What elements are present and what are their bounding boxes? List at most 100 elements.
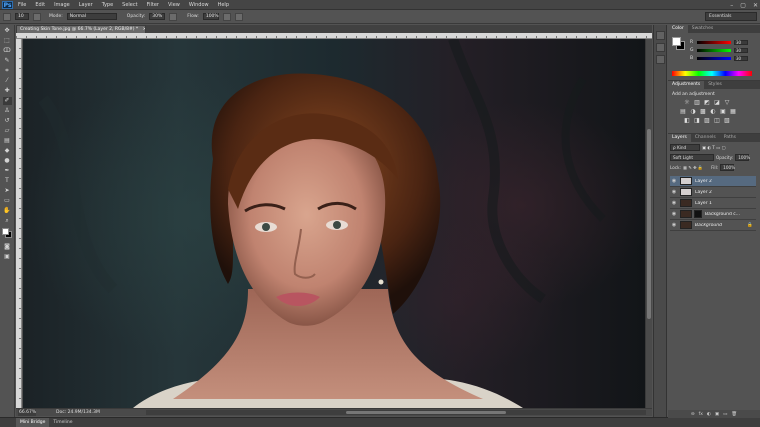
tab-mini-bridge[interactable]: Mini Bridge bbox=[16, 418, 50, 427]
layer-row[interactable]: ◉ Layer 2 bbox=[670, 176, 756, 187]
pressure-size-icon[interactable] bbox=[234, 12, 243, 21]
green-channel-value[interactable]: 30 bbox=[734, 47, 748, 53]
levels-icon[interactable]: ▥ bbox=[694, 100, 700, 106]
move-tool-icon[interactable]: ✥ bbox=[3, 27, 12, 35]
opacity-input[interactable]: 30% bbox=[149, 13, 166, 20]
invert-icon[interactable]: ◧ bbox=[684, 118, 690, 124]
visibility-eye-icon[interactable]: ◉ bbox=[670, 189, 678, 195]
minimize-icon[interactable]: – bbox=[730, 2, 733, 9]
quick-mask-icon[interactable]: ◙ bbox=[3, 243, 12, 251]
screen-mode-icon[interactable]: ▣ bbox=[3, 253, 12, 261]
gradient-map-icon[interactable]: ◫ bbox=[714, 118, 720, 124]
visibility-eye-icon[interactable]: ◉ bbox=[670, 222, 678, 228]
hue-saturation-icon[interactable]: ▤ bbox=[680, 109, 686, 115]
brush-size-picker[interactable]: 10 bbox=[15, 13, 29, 20]
red-channel-slider[interactable] bbox=[697, 40, 731, 44]
menu-file[interactable]: File bbox=[18, 0, 26, 10]
blue-channel-value[interactable]: 30 bbox=[734, 55, 748, 61]
doc-size-info[interactable]: Doc: 24.9M/134.3M bbox=[56, 409, 100, 416]
selective-color-icon[interactable]: ▧ bbox=[724, 118, 730, 124]
delete-layer-icon[interactable]: 🗑 bbox=[731, 412, 737, 417]
workspace-select[interactable]: Essentials bbox=[705, 12, 757, 21]
airbrush-icon[interactable] bbox=[222, 12, 231, 21]
menu-view[interactable]: View bbox=[168, 0, 180, 10]
history-brush-tool-icon[interactable]: ↺ bbox=[3, 117, 12, 125]
vertical-scrollbar[interactable] bbox=[645, 39, 652, 408]
vibrance-icon[interactable]: ▽ bbox=[724, 100, 730, 106]
tab-styles[interactable]: Styles bbox=[704, 81, 726, 89]
brush-tool-icon[interactable]: ✐ bbox=[2, 97, 12, 105]
layer-mask-thumbnail[interactable] bbox=[694, 210, 702, 218]
maximize-icon[interactable]: ▢ bbox=[740, 2, 746, 9]
flow-input[interactable]: 100% bbox=[202, 13, 219, 20]
layer-filter-icons[interactable]: ▣ ◐ T ▭ ▢ bbox=[702, 145, 725, 150]
zoom-tool-icon[interactable]: ⌕ bbox=[3, 217, 12, 225]
brush-panel-toggle-icon[interactable] bbox=[33, 12, 41, 21]
hand-tool-icon[interactable]: ✋ bbox=[3, 207, 12, 215]
color-swatches[interactable] bbox=[0, 227, 15, 241]
layer-opacity-input[interactable]: 100% bbox=[735, 154, 750, 161]
brightness-contrast-icon[interactable]: ☼ bbox=[684, 100, 690, 106]
menu-window[interactable]: Window bbox=[189, 0, 209, 10]
crop-tool-icon[interactable]: ⌗ bbox=[3, 67, 12, 75]
exposure-icon[interactable]: ◪ bbox=[714, 100, 720, 106]
adjustment-layer-icon[interactable]: ◐ bbox=[707, 412, 711, 417]
dodge-tool-icon[interactable]: ● bbox=[3, 157, 12, 165]
close-icon[interactable]: ✕ bbox=[753, 2, 758, 9]
brush-panel-icon[interactable] bbox=[655, 55, 665, 64]
threshold-icon[interactable]: ▨ bbox=[704, 118, 710, 124]
quick-select-tool-icon[interactable]: ✎ bbox=[3, 57, 12, 65]
clone-stamp-tool-icon[interactable]: ♙ bbox=[3, 107, 12, 115]
vertical-scroll-thumb[interactable] bbox=[647, 129, 651, 319]
color-spectrum-bar[interactable] bbox=[672, 71, 752, 76]
channel-mixer-icon[interactable]: ▣ bbox=[720, 109, 726, 115]
brush-preset-icon[interactable] bbox=[3, 12, 11, 21]
layer-fill-input[interactable]: 100% bbox=[720, 164, 735, 171]
lock-icons[interactable]: ▦ ✎ ✥ 🔒 bbox=[683, 165, 703, 171]
document-canvas[interactable] bbox=[23, 39, 645, 408]
horizontal-scrollbar[interactable] bbox=[146, 410, 646, 415]
lasso-tool-icon[interactable]: ↀ bbox=[3, 47, 12, 55]
layer-row[interactable]: ◉ Background c... bbox=[670, 209, 756, 220]
menu-layer[interactable]: Layer bbox=[79, 0, 93, 10]
color-panel-foreground-swatch[interactable] bbox=[672, 37, 681, 46]
layer-style-icon[interactable]: fx bbox=[699, 412, 703, 417]
menu-image[interactable]: Image bbox=[54, 0, 70, 10]
healing-brush-tool-icon[interactable]: ✚ bbox=[3, 87, 12, 95]
marquee-tool-icon[interactable]: ⬚ bbox=[3, 37, 12, 45]
tab-timeline[interactable]: Timeline bbox=[49, 418, 76, 427]
menu-type[interactable]: Type bbox=[102, 0, 113, 10]
document-tab-close-icon[interactable]: × bbox=[143, 27, 145, 32]
menu-help[interactable]: Help bbox=[218, 0, 229, 10]
green-channel-slider[interactable] bbox=[697, 48, 731, 52]
layer-row[interactable]: ◉ Layer 1 bbox=[670, 198, 756, 209]
tab-channels[interactable]: Channels bbox=[691, 134, 720, 142]
blue-channel-slider[interactable] bbox=[697, 56, 731, 60]
tab-color[interactable]: Color bbox=[668, 25, 688, 33]
blur-tool-icon[interactable]: ◆ bbox=[3, 147, 12, 155]
horizontal-scroll-thumb[interactable] bbox=[346, 411, 506, 414]
history-panel-icon[interactable] bbox=[655, 31, 665, 40]
vertical-ruler[interactable] bbox=[16, 39, 22, 408]
visibility-eye-icon[interactable]: ◉ bbox=[670, 211, 678, 217]
black-white-icon[interactable]: ▩ bbox=[700, 109, 706, 115]
gradient-tool-icon[interactable]: ▤ bbox=[3, 137, 12, 145]
zoom-level-field[interactable]: 66.67% bbox=[18, 409, 36, 416]
layer-row[interactable]: ◉ Layer 2 bbox=[670, 187, 756, 198]
add-mask-icon[interactable]: ▣ bbox=[715, 412, 719, 417]
visibility-eye-icon[interactable]: ◉ bbox=[670, 178, 678, 184]
menu-edit[interactable]: Edit bbox=[35, 0, 45, 10]
color-lookup-icon[interactable]: ▦ bbox=[730, 109, 736, 115]
blend-mode-select[interactable]: Soft Light bbox=[670, 154, 714, 161]
shape-tool-icon[interactable]: ▭ bbox=[3, 197, 12, 205]
pressure-opacity-icon[interactable] bbox=[169, 12, 178, 21]
eraser-tool-icon[interactable]: ▱ bbox=[3, 127, 12, 135]
eyedropper-tool-icon[interactable]: ⁄ bbox=[3, 77, 12, 85]
posterize-icon[interactable]: ◨ bbox=[694, 118, 700, 124]
visibility-eye-icon[interactable]: ◉ bbox=[670, 200, 678, 206]
properties-panel-icon[interactable] bbox=[655, 43, 665, 52]
new-layer-icon[interactable]: ▭ bbox=[723, 412, 727, 417]
path-select-tool-icon[interactable]: ➤ bbox=[3, 187, 12, 195]
foreground-color-swatch[interactable] bbox=[2, 228, 9, 235]
curves-icon[interactable]: ◩ bbox=[704, 100, 710, 106]
